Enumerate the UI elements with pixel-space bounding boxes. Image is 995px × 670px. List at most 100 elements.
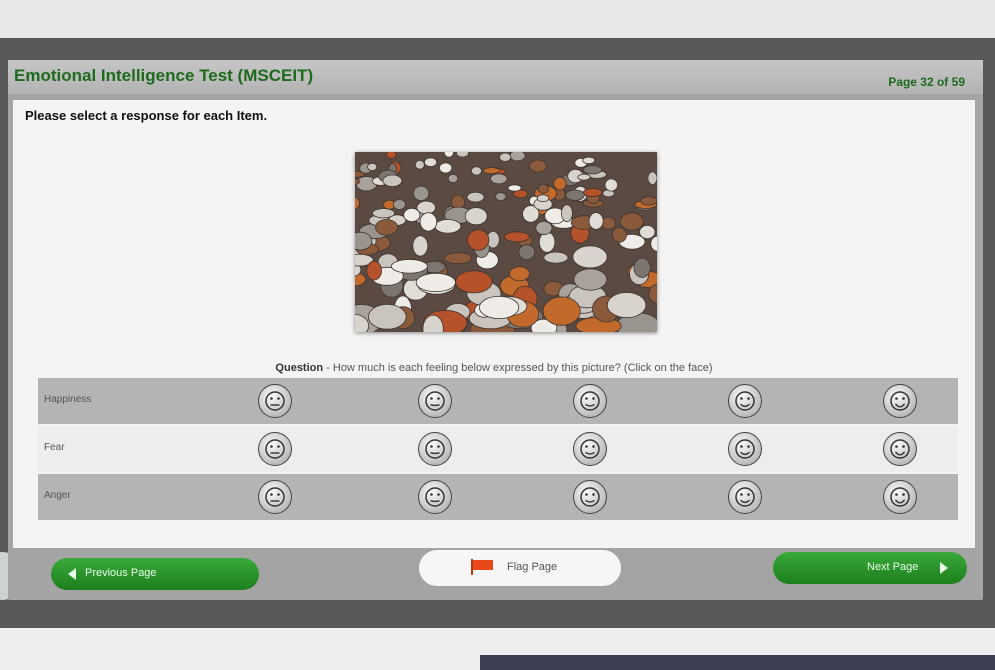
pebble-shape <box>447 173 459 184</box>
chevron-left-icon <box>68 568 76 580</box>
pebble-shape <box>375 219 399 236</box>
pebble-shape <box>439 162 453 174</box>
pebble-shape <box>434 219 462 234</box>
pebble-shape <box>572 245 608 269</box>
pebble-shape <box>604 178 618 192</box>
face-rating-button-3[interactable] <box>573 384 607 418</box>
face-icon <box>265 439 285 459</box>
pebble-shape <box>403 208 421 223</box>
title-bar: Emotional Intelligence Test (MSCEIT) Pag… <box>8 60 983 94</box>
pebble-shape <box>471 166 483 176</box>
next-page-button[interactable]: Next Page <box>773 552 967 584</box>
pebble-shape <box>611 227 627 243</box>
next-page-label: Next Page <box>867 561 919 573</box>
face-rating-button-2[interactable] <box>418 480 452 514</box>
flag-page-button[interactable]: Flag Page <box>419 550 621 586</box>
face-icon <box>735 391 755 411</box>
face-rating-button-4[interactable] <box>728 480 762 514</box>
pebble-shape <box>466 191 485 203</box>
face-rating-button-3[interactable] <box>573 480 607 514</box>
question: Question - How much is each feeling belo… <box>13 362 975 374</box>
row-label: Anger <box>44 490 71 501</box>
face-rating-button-5[interactable] <box>883 384 917 418</box>
pebble-shape <box>507 184 522 192</box>
pebble-shape <box>543 251 569 264</box>
flag-page-label: Flag Page <box>507 561 558 573</box>
pebble-shape <box>509 152 526 162</box>
pebble-shape <box>573 268 608 291</box>
pebble-shape <box>372 208 395 219</box>
pebble-shape <box>647 171 657 185</box>
pebble-shape <box>482 167 501 175</box>
pebble-shape <box>414 159 425 170</box>
face-icon <box>580 439 600 459</box>
previous-page-label: Previous Page <box>85 567 157 579</box>
pebble-shape <box>577 173 591 181</box>
face-icon <box>735 487 755 507</box>
row-label: Fear <box>44 442 65 453</box>
pebble-shape <box>588 212 604 230</box>
pebble-shape <box>466 229 490 251</box>
stimulus-image <box>355 152 657 332</box>
row-label: Happiness <box>44 394 92 405</box>
pebble-shape <box>536 194 550 203</box>
face-rating-button-5[interactable] <box>883 432 917 466</box>
pebble-shape <box>392 199 406 210</box>
pebble-shape <box>508 266 530 282</box>
pebble-shape <box>560 204 573 223</box>
instructions: Please select a response for each Item. <box>25 108 268 123</box>
question-text: - How much is each feeling below express… <box>323 362 713 374</box>
pebble-shape <box>640 196 657 206</box>
face-icon <box>580 391 600 411</box>
face-rating-button-1[interactable] <box>258 480 292 514</box>
face-rating-button-1[interactable] <box>258 432 292 466</box>
previous-page-button[interactable]: Previous Page <box>51 558 259 590</box>
pebble-shape <box>537 183 550 194</box>
face-rating-button-5[interactable] <box>883 480 917 514</box>
desktop-taskbar <box>480 655 995 670</box>
pebble-shape <box>479 295 520 319</box>
face-rating-button-4[interactable] <box>728 384 762 418</box>
face-icon <box>580 487 600 507</box>
pebble-shape <box>412 235 429 257</box>
face-rating-button-3[interactable] <box>573 432 607 466</box>
pebble-shape <box>503 231 530 243</box>
face-icon <box>890 487 910 507</box>
pebble-shape <box>535 220 553 236</box>
pebble-shape <box>495 192 507 201</box>
pebble-shape <box>582 156 596 165</box>
face-rating-button-1[interactable] <box>258 384 292 418</box>
face-icon <box>265 487 285 507</box>
pebble-shape <box>619 212 644 231</box>
question-label: Question <box>275 362 324 374</box>
pebble-shape <box>367 304 407 330</box>
face-icon <box>425 391 445 411</box>
pebble-shape <box>553 176 567 191</box>
pebble-shape <box>582 165 603 175</box>
chevron-right-icon <box>940 562 948 574</box>
pebble-shape <box>542 296 581 326</box>
pebble-shape <box>391 259 428 274</box>
monitor-bezel-top <box>0 0 995 40</box>
face-rating-button-4[interactable] <box>728 432 762 466</box>
pebble-shape <box>412 185 430 202</box>
pebble-shape <box>633 257 651 278</box>
pebble-shape <box>443 252 473 265</box>
pebble-shape <box>490 173 508 185</box>
rating-row-anger: Anger <box>38 474 958 520</box>
pebble-shape <box>355 171 365 178</box>
navigation-bar: Previous Page Flag Page Next Page <box>13 550 975 596</box>
flag-icon <box>471 559 493 575</box>
pebble-shape <box>499 152 512 162</box>
face-rating-button-2[interactable] <box>418 384 452 418</box>
pebble-shape <box>464 207 488 226</box>
face-icon <box>890 439 910 459</box>
pebble-shape <box>415 272 456 293</box>
face-rating-button-2[interactable] <box>418 432 452 466</box>
pebble-shape <box>528 159 547 173</box>
pebble-shape <box>582 187 603 198</box>
face-icon <box>265 391 285 411</box>
pebble-shape <box>386 152 397 159</box>
test-window: Emotional Intelligence Test (MSCEIT) Pag… <box>8 60 983 600</box>
pebble-shape <box>424 157 438 167</box>
